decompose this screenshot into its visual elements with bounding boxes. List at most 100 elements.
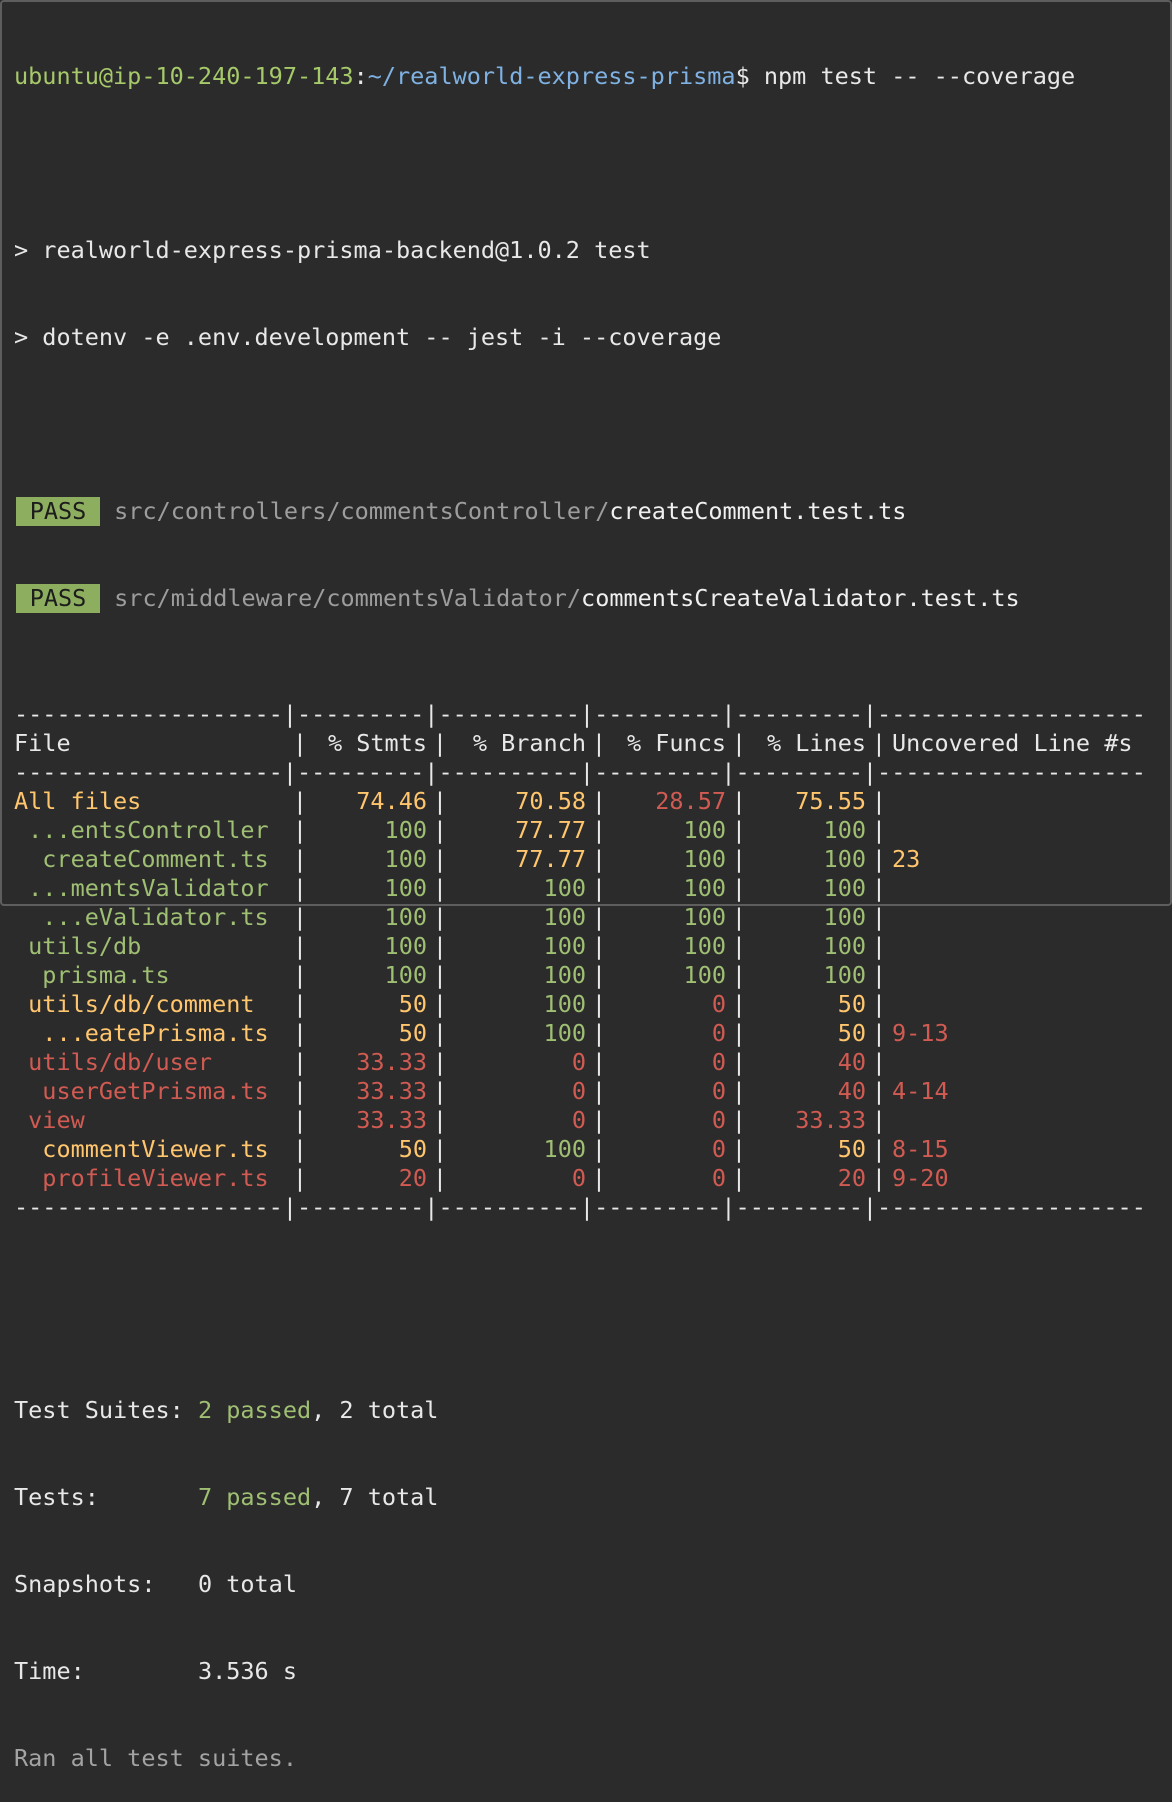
column-separator: | [871,1019,887,1047]
cell-stmts: 100 [384,903,427,931]
column-separator: | [871,1106,887,1134]
summary-label: Time: [14,1657,198,1685]
prompt-colon: : [353,62,368,90]
column-separator: | [871,990,887,1018]
column-separator: | [871,729,887,757]
cell-lines: 50 [837,1019,866,1047]
summary-test-suites: Test Suites: 2 passed, 2 total [14,1396,1146,1425]
column-separator: | [432,1019,448,1047]
cell-lines: 50 [837,1135,866,1163]
column-separator: | [432,932,448,960]
cell-file: utils/db/comment [14,990,255,1018]
column-separator: | [292,1048,308,1076]
summary-value: 0 total [197,1570,297,1598]
column-separator: | [432,961,448,989]
cell-branch: 100 [543,961,586,989]
cell-funcs: 0 [711,1077,726,1105]
column-separator: | [871,1077,887,1105]
cell-branch: 100 [543,1135,586,1163]
table-divider: -------------------|---------|----------… [14,700,1146,728]
cell-branch: 100 [543,903,586,931]
prompt-line: ubuntu@ip-10-240-197-143:~/realworld-exp… [14,62,1146,91]
column-separator: | [731,961,747,989]
cell-funcs: 100 [683,903,726,931]
script-line-1: > realworld-express-prisma-backend@1.0.2… [14,236,651,264]
column-separator: | [432,845,448,873]
cell-file: userGetPrisma.ts [14,1077,269,1105]
column-separator: | [871,874,887,902]
cell-funcs: 100 [683,874,726,902]
column-separator: | [292,1106,308,1134]
cell-branch: 100 [543,932,586,960]
table-row: ...mentsValidator | 100 | 100 | 100 | 100 | [14,874,1146,903]
column-separator: | [432,874,448,902]
column-separator: | [292,816,308,844]
cell-funcs: 100 [683,932,726,960]
prompt-dollar: $ [735,62,750,90]
cell-stmts: 100 [384,874,427,902]
column-separator: | [292,845,308,873]
table-row: ...eatePrisma.ts | 50 | 100 | 0 | 50 | 9-13 [14,1019,1146,1048]
cell-uncovered: 23 [892,845,921,873]
cell-stmts: 100 [384,932,427,960]
cell-stmts: 74.46 [356,787,427,815]
cell-file: utils/db [14,932,142,960]
prompt-command: npm test -- --coverage [749,62,1076,90]
cell-funcs: 0 [711,1164,726,1192]
cell-stmts: 100 [384,845,427,873]
table-divider: -------------------|---------|----------… [14,1193,1146,1221]
column-separator: | [731,729,747,757]
cell-funcs: 28.57 [655,787,726,815]
column-separator: | [731,903,747,931]
cell-branch: 100 [543,990,586,1018]
column-separator: | [731,1164,747,1192]
cell-file: ...eValidator.ts [14,903,269,931]
column-separator: | [731,990,747,1018]
column-separator: | [591,1019,607,1047]
cell-lines: 50 [837,990,866,1018]
cell-lines: 100 [823,816,866,844]
cell-stmts: 20 [398,1164,427,1192]
column-separator: | [292,961,308,989]
column-separator: | [731,816,747,844]
cell-branch: 0 [571,1048,586,1076]
column-separator: | [871,1164,887,1192]
column-separator: | [591,1048,607,1076]
pass-result-line: PASS src/middleware/commentsValidator/co… [14,584,1146,613]
column-separator: | [292,787,308,815]
summary-total: , 7 total [311,1483,439,1511]
column-separator: | [591,787,607,815]
table-row: ...eValidator.ts | 100 | 100 | 100 | 100 | [14,903,1146,932]
column-separator: | [871,903,887,931]
column-separator: | [731,1077,747,1105]
cell-stmts: 100 [384,961,427,989]
column-separator: | [871,787,887,815]
cell-lines: 100 [823,874,866,902]
cell-uncovered: 9-20 [892,1164,949,1192]
column-separator: | [292,874,308,902]
test-file: commentsCreateValidator.test.ts [581,584,1020,612]
cell-branch: 100 [543,1019,586,1047]
cell-stmts: 100 [384,816,427,844]
cell-branch: 70.58 [515,787,586,815]
cell-file: commentViewer.ts [14,1135,269,1163]
column-separator: | [591,1077,607,1105]
column-separator: | [871,932,887,960]
cell-funcs: 0 [711,1048,726,1076]
summary-label: Tests: [14,1483,198,1511]
test-dir: src/controllers/commentsController/ [114,497,610,525]
cell-funcs: 0 [711,1106,726,1134]
summary-passed: 2 passed [197,1396,312,1424]
column-separator: | [292,1164,308,1192]
column-separator: | [292,1019,308,1047]
summary-tests: Tests: 7 passed, 7 total [14,1483,1146,1512]
cell-uncovered: 4-14 [892,1077,949,1105]
column-separator: | [731,1019,747,1047]
cell-branch: % Branch [472,729,586,757]
test-dir: src/middleware/commentsValidator/ [114,584,582,612]
column-separator: | [591,961,607,989]
terminal-output[interactable]: ubuntu@ip-10-240-197-143:~/realworld-exp… [14,4,1146,1802]
cell-lines: 100 [823,845,866,873]
coverage-table: -------------------|---------|----------… [14,700,1146,1222]
